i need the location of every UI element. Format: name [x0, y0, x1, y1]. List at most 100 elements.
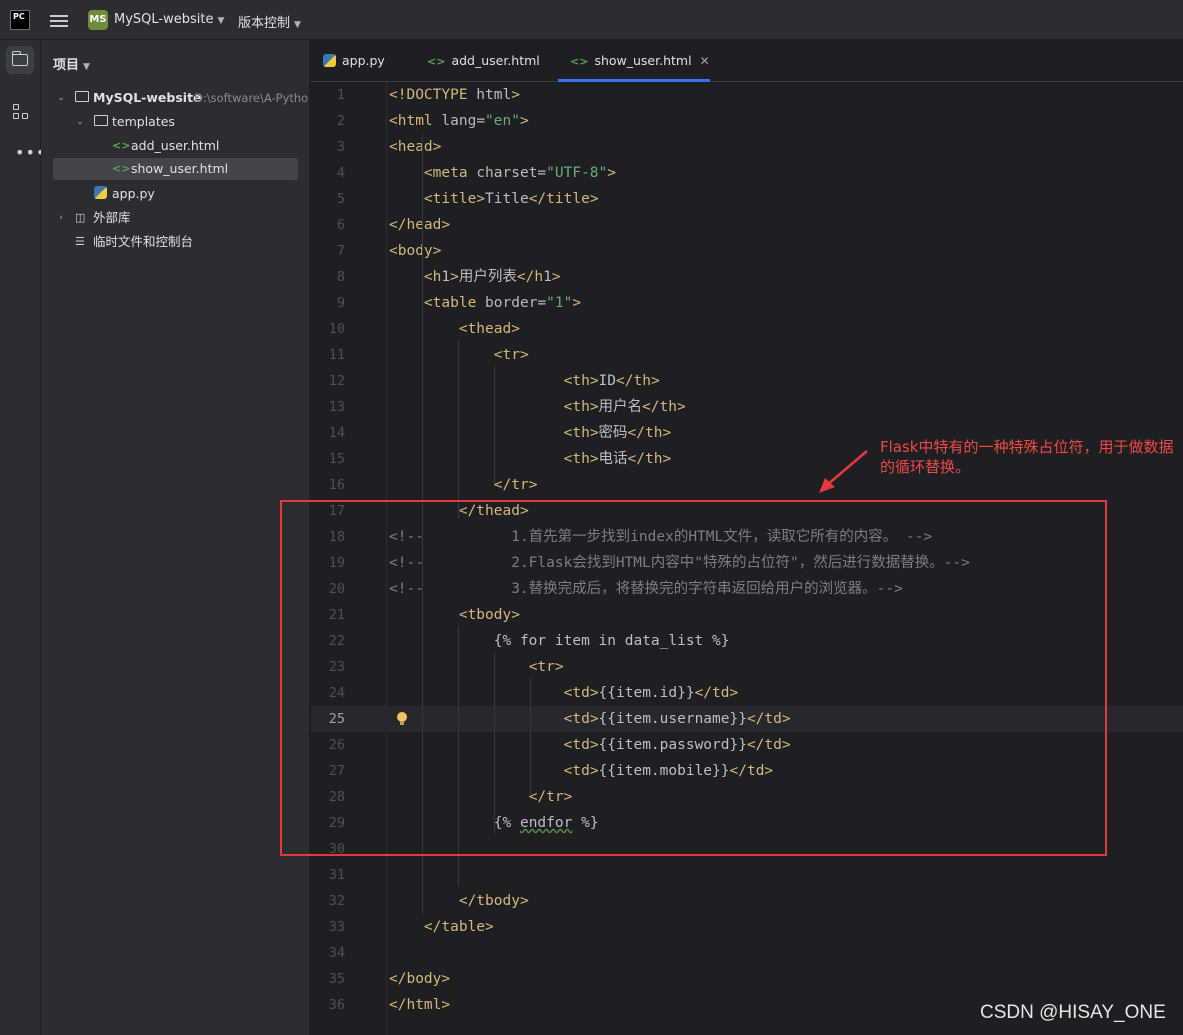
code-line[interactable]: 13 <th>用户名</th>: [311, 394, 1183, 420]
line-number: 5: [336, 191, 345, 207]
tree-item-show-user[interactable]: <> show_user.html: [53, 158, 298, 180]
code-line[interactable]: 2 <html lang="en">: [311, 108, 1183, 134]
vcs-label: 版本控制: [238, 16, 291, 31]
tab-app-py[interactable]: app.py: [323, 40, 385, 82]
code-line[interactable]: 12 <th>ID</th>: [311, 368, 1183, 394]
tree-item-external-libraries[interactable]: › ◫ 外部库: [53, 207, 298, 229]
code-text: <th>电话</th>: [563, 451, 672, 467]
python-file-icon: [94, 183, 107, 205]
code-text: <th>密码</th>: [563, 425, 672, 441]
chevron-down-icon: ▼: [217, 16, 225, 26]
line-number: 31: [328, 867, 345, 883]
line-number: 12: [328, 373, 345, 389]
project-badge[interactable]: MS: [88, 10, 108, 30]
code-line[interactable]: 9 <table border="1">: [311, 290, 1183, 316]
line-number: 3: [336, 139, 345, 155]
code-line[interactable]: 5 <title>Title</title>: [311, 186, 1183, 212]
html-file-icon: <>: [427, 55, 446, 68]
tree-item-label: show_user.html: [131, 161, 229, 176]
tool-window-strip: •••: [0, 40, 45, 1035]
line-number: 11: [328, 347, 345, 363]
line-number: 14: [328, 425, 345, 441]
code-line[interactable]: 11 <tr>: [311, 342, 1183, 368]
tree-item-project-root[interactable]: ⌄ MySQL-website D:\software\A-Pytho: [53, 87, 308, 109]
structure-tool-button[interactable]: [6, 97, 34, 125]
project-path: D:\software\A-Pytho: [194, 91, 309, 105]
chevron-right-icon[interactable]: ›: [55, 207, 67, 229]
code-line[interactable]: 32 </tbody>: [311, 888, 1183, 914]
tab-show-user-html[interactable]: <> show_user.html ✕: [558, 40, 710, 82]
chevron-down-icon[interactable]: ⌄: [55, 87, 67, 109]
structure-icon: [13, 104, 29, 120]
folder-icon: [75, 87, 89, 109]
line-number: 10: [328, 321, 345, 337]
project-panel-title: 项目: [53, 58, 80, 73]
code-text: <title>Title</title>: [423, 191, 599, 207]
tree-item-label: templates: [112, 114, 175, 129]
code-line[interactable]: 3 <head>: [311, 134, 1183, 160]
folder-icon: [94, 111, 108, 133]
project-selector[interactable]: MySQL-website ▼: [114, 12, 224, 27]
line-number: 7: [336, 243, 345, 259]
scratches-icon: ☰: [75, 235, 85, 248]
line-number: 15: [328, 451, 345, 467]
vcs-menu[interactable]: 版本控制 ▼: [238, 12, 301, 31]
tree-item-add-user[interactable]: <> add_user.html: [53, 135, 298, 157]
annotation-arrow-icon: [819, 450, 868, 493]
line-number: 16: [328, 477, 345, 493]
line-number: 4: [336, 165, 345, 181]
code-line[interactable]: 33 </table>: [311, 914, 1183, 940]
line-number: 2: [336, 113, 345, 129]
code-text: </table>: [423, 919, 494, 935]
line-number: 35: [328, 971, 345, 987]
python-file-icon: [323, 54, 336, 68]
code-line[interactable]: 8 <h1>用户列表</h1>: [311, 264, 1183, 290]
line-number: 32: [328, 893, 345, 909]
line-number: 6: [336, 217, 345, 233]
code-line[interactable]: 1 <!DOCTYPE html>: [311, 82, 1183, 108]
code-line[interactable]: 6 </head>: [311, 212, 1183, 238]
tab-add-user-html[interactable]: <> add_user.html: [427, 40, 540, 82]
html-file-icon: <>: [112, 139, 131, 152]
indent-guide: [458, 340, 459, 518]
code-text: </head>: [389, 217, 451, 233]
code-line[interactable]: 7 <body>: [311, 238, 1183, 264]
tree-item-label: 外部库: [93, 210, 131, 225]
code-line[interactable]: 35 </body>: [311, 966, 1183, 992]
code-line[interactable]: 10 <thead>: [311, 316, 1183, 342]
tree-item-label: add_user.html: [131, 138, 220, 153]
code-line[interactable]: 31: [311, 862, 1183, 888]
indent-guide: [494, 366, 495, 484]
tree-item-app-py[interactable]: app.py: [53, 183, 298, 205]
code-text: <th>用户名</th>: [563, 399, 686, 415]
code-text: </tr>: [493, 477, 538, 493]
line-number: 8: [336, 269, 345, 285]
project-panel-header[interactable]: 项目 ▼: [53, 54, 90, 73]
code-text: </tbody>: [458, 893, 529, 909]
tree-item-templates[interactable]: ⌄ templates: [53, 111, 298, 133]
line-number: 1: [336, 87, 345, 103]
html-file-icon: <>: [112, 162, 131, 175]
chevron-down-icon: ▼: [83, 62, 90, 72]
folder-icon: [11, 51, 28, 66]
code-line[interactable]: 34: [311, 940, 1183, 966]
code-text: </body>: [389, 971, 451, 987]
project-tool-button[interactable]: [6, 46, 34, 74]
chevron-down-icon: ▼: [294, 20, 301, 30]
code-text: <thead>: [458, 321, 520, 337]
title-bar: PC MS MySQL-website ▼ 版本控制 ▼: [0, 0, 1183, 40]
tab-label: app.py: [342, 53, 385, 68]
code-text: <body>: [389, 243, 442, 259]
code-line[interactable]: 4 <meta charset="UTF-8">: [311, 160, 1183, 186]
more-tools-button[interactable]: •••: [6, 140, 45, 168]
code-text: <head>: [389, 139, 442, 155]
main-menu-icon[interactable]: [50, 12, 68, 28]
close-tab-icon[interactable]: ✕: [700, 54, 710, 68]
line-number: 33: [328, 919, 345, 935]
chevron-down-icon[interactable]: ⌄: [74, 111, 86, 133]
tree-item-label: 临时文件和控制台: [93, 234, 194, 249]
tab-label: add_user.html: [451, 53, 540, 68]
tree-item-scratches[interactable]: ☰ 临时文件和控制台: [53, 231, 298, 253]
pycharm-logo-icon[interactable]: PC: [10, 10, 30, 30]
code-text: <h1>用户列表</h1>: [423, 269, 561, 285]
